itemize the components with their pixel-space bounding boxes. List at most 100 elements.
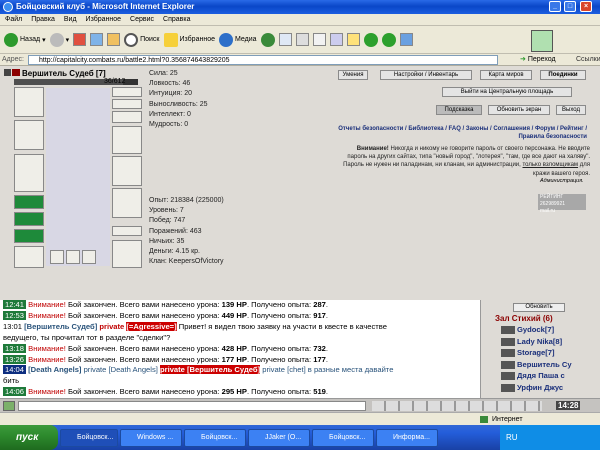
messenger-icon[interactable] xyxy=(399,33,413,46)
chat-damage: 428 HP xyxy=(221,343,247,353)
address-input[interactable]: http://capitalcity.combats.ru/battle2.ht… xyxy=(28,55,498,65)
refresh-list-button[interactable]: Обновить xyxy=(513,303,565,312)
info-wins: Побед: 747 xyxy=(149,217,186,225)
boots-slot[interactable] xyxy=(112,240,142,268)
helmet-slot[interactable] xyxy=(14,87,44,117)
armor-slot[interactable] xyxy=(14,154,44,192)
menu-edit[interactable]: Правка xyxy=(31,14,55,25)
amulet-small-slot[interactable] xyxy=(112,226,142,236)
task-3[interactable]: Бойцовск... xyxy=(184,428,246,447)
star-icon xyxy=(163,32,178,47)
chat-mode-icon[interactable] xyxy=(3,401,15,411)
menu-file[interactable]: Файл xyxy=(5,14,22,25)
chat-recipient[interactable]: private [Вершитель Судеб] xyxy=(160,365,261,375)
chat-time[interactable]: 13:26 xyxy=(3,354,27,364)
player-entry[interactable]: Gydock[7] xyxy=(501,325,554,334)
chat-time[interactable]: 13:01 xyxy=(3,322,22,331)
player-entry[interactable]: Дядя Паша с xyxy=(501,371,565,380)
favorites-button[interactable]: Избранное xyxy=(163,30,215,50)
amulet-slot[interactable] xyxy=(112,99,142,109)
stop-icon[interactable] xyxy=(73,33,87,46)
player-name[interactable]: Дядя Паша с xyxy=(517,371,565,380)
task-5[interactable]: Бойцовск... xyxy=(312,428,374,447)
exit-button[interactable]: Выход xyxy=(556,105,586,115)
clover-icon[interactable] xyxy=(363,32,378,47)
weapon-slot[interactable] xyxy=(14,120,44,150)
discuss-icon[interactable] xyxy=(329,33,343,46)
hint-button[interactable]: Подсказка xyxy=(436,105,482,115)
rune-slot-2[interactable] xyxy=(66,250,80,264)
clover2-icon[interactable] xyxy=(381,32,396,47)
chat-time[interactable]: 12:53 xyxy=(3,310,27,320)
rune-slot-3[interactable] xyxy=(82,250,96,264)
player-entry[interactable]: Вершитель Су xyxy=(501,360,572,369)
back-button[interactable]: Назад ▾ xyxy=(4,30,46,50)
maximize-button[interactable]: □ xyxy=(564,1,576,12)
exit-square-button[interactable]: Выйти на Центральную площадь xyxy=(442,87,572,97)
player-entry[interactable]: Lady Nika[8] xyxy=(501,337,562,346)
settings-button[interactable]: Настройки / Инвентарь xyxy=(380,70,472,80)
history-icon[interactable] xyxy=(260,32,275,47)
gloves-slot[interactable] xyxy=(112,126,142,154)
language-indicator[interactable]: RU xyxy=(506,433,518,442)
chat-text: . Получено опыта: xyxy=(246,310,314,320)
chat-buttons[interactable] xyxy=(372,401,542,411)
pants-slot[interactable] xyxy=(112,188,142,218)
mail-icon[interactable] xyxy=(278,33,292,46)
edit-icon[interactable] xyxy=(312,33,326,46)
minimize-button[interactable]: _ xyxy=(549,1,561,12)
ring-slots[interactable] xyxy=(112,111,142,123)
chat-log: 12:41 Внимание! Бой закончен. Всего вами… xyxy=(0,300,480,398)
links-label[interactable]: Ссылки xyxy=(576,54,600,66)
rating-counter[interactable]: РЕЙТИНГ 262989921 mail.ru xyxy=(538,194,586,214)
task-6[interactable]: Информа... xyxy=(376,428,438,447)
chat-input[interactable] xyxy=(18,401,366,411)
belt-slot-3[interactable] xyxy=(14,229,44,243)
media-button[interactable]: Медиа xyxy=(218,30,257,50)
fights-button[interactable]: Поединки xyxy=(540,70,586,80)
player-name[interactable]: Вершитель Су xyxy=(517,360,572,369)
notes-icon[interactable] xyxy=(346,33,360,46)
chat-time[interactable]: 13:18 xyxy=(3,343,27,353)
belt-slot-2[interactable] xyxy=(14,212,44,226)
search-button[interactable]: Поиск xyxy=(124,30,160,50)
forward-button[interactable]: ▾ xyxy=(49,30,69,50)
player-name[interactable]: Storage[7] xyxy=(517,348,555,357)
close-button[interactable]: × xyxy=(580,1,592,12)
menu-help[interactable]: Справка xyxy=(163,14,190,25)
player-entry[interactable]: Storage[7] xyxy=(501,348,555,357)
start-button[interactable]: пуск xyxy=(0,425,58,450)
belt-slot[interactable] xyxy=(14,195,44,209)
site-links[interactable]: Отчеты безопасности / Библиотека / FAQ /… xyxy=(295,125,587,141)
skills-button[interactable]: Умения xyxy=(338,70,368,80)
belt-item-slot[interactable] xyxy=(14,246,44,268)
refresh-screen-button[interactable]: Обновить экран xyxy=(488,105,550,115)
refresh-icon[interactable] xyxy=(90,33,104,46)
chat-recipient[interactable]: [=Agressive=] xyxy=(126,321,177,331)
chat-time[interactable]: 14:06 xyxy=(3,387,27,397)
chat-time[interactable]: 12:41 xyxy=(3,300,27,309)
menu-tools[interactable]: Сервис xyxy=(130,14,154,25)
home-icon[interactable] xyxy=(107,33,121,46)
chat-sender[interactable]: [Вершитель Судеб] xyxy=(24,322,97,331)
go-button[interactable]: ➜ Переход xyxy=(520,54,572,66)
task-2[interactable]: Windows ... xyxy=(120,428,182,447)
chat-sender[interactable]: [Death Angels] xyxy=(28,365,81,374)
task-4[interactable]: JJaker (О... xyxy=(248,428,310,447)
character-name[interactable]: Вершитель Судеб [7] xyxy=(22,69,106,78)
chat-time[interactable]: 14:04 xyxy=(3,365,27,375)
menu-view[interactable]: Вид xyxy=(64,14,77,25)
player-name[interactable]: Gydock[7] xyxy=(517,325,554,334)
earring-slot[interactable] xyxy=(112,87,142,97)
menu-favorites[interactable]: Избранное xyxy=(86,14,121,25)
task-1[interactable]: Бойцовск... xyxy=(60,428,118,447)
internet-zone-icon xyxy=(480,416,488,423)
map-button[interactable]: Карта миров xyxy=(480,70,532,80)
rune-slot-1[interactable] xyxy=(50,250,64,264)
player-name[interactable]: Lady Nika[8] xyxy=(517,337,562,346)
player-entry[interactable]: Урфин Джус xyxy=(501,383,563,392)
shield-slot[interactable] xyxy=(112,156,142,186)
print-icon[interactable] xyxy=(295,33,309,46)
player-name[interactable]: Урфин Джус xyxy=(517,383,563,392)
chat-line: 13:01 [Вершитель Судеб] private [=Agress… xyxy=(0,321,480,333)
